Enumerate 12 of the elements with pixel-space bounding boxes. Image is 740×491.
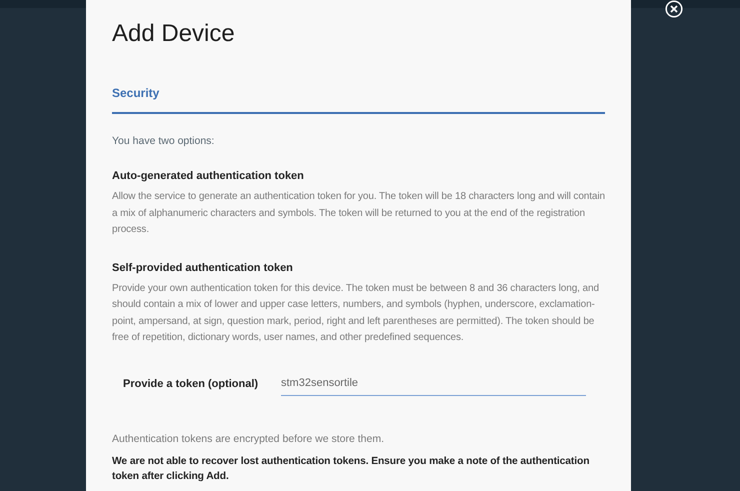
dialog-title: Add Device <box>112 20 236 48</box>
close-icon[interactable] <box>665 0 683 18</box>
field-label: Provide a token (optional) <box>123 378 260 390</box>
section-heading: Self-provided authentication token <box>112 262 294 274</box>
section-heading: Auto-generated authentication token <box>112 170 305 182</box>
description-text: Allow the service to generate an authentication token for you. The token will be 18 characters long and will contain a mix of alphanumeric characters and symbols. The token will be returned to you at the end of the registration process. <box>112 190 605 237</box>
warning-text: We are not able to recover lost authentication tokens. Ensure you make a note of the authentication token after clicking Add. <box>112 454 590 484</box>
note-text: Authentication tokens are encrypted before we store them. <box>112 432 385 444</box>
description-text: Provide your own authentication token for this device. The token must be between 8 and 36 characters long, and should contain a mix of lower and upper case letters, numbers, and symbols (hyphen, underscore, exclamation-point, ampersand, at sign, question mark, period, right and left parentheses are permitted). The token should be free of repetition, dictionary words, user names, and other predefined sequences. <box>112 282 600 345</box>
intro-text: You have two options: <box>112 135 216 147</box>
token-field[interactable]: stm32sensortile <box>281 372 586 396</box>
tab[interactable]: Security <box>112 86 160 112</box>
